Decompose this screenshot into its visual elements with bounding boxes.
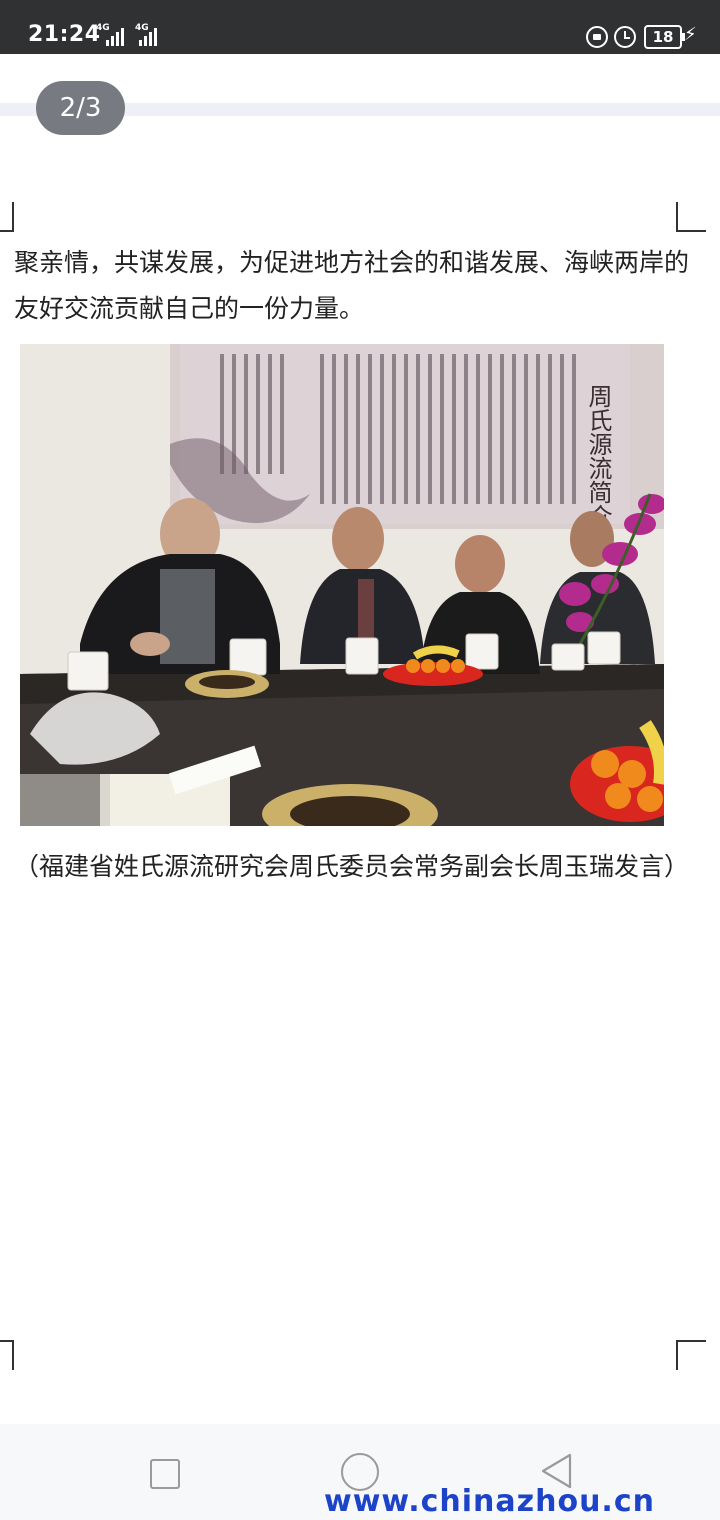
crop-mark (676, 202, 706, 232)
square-icon[interactable] (150, 1459, 180, 1489)
banner-title: 周氏源流简介 (584, 384, 612, 528)
meeting-photo: 周氏源流简介 (20, 344, 664, 826)
battery-icon: 18 (644, 25, 685, 49)
signal-icon: 4G (133, 23, 163, 48)
alarm-icon (614, 26, 636, 48)
photo-caption: （福建省姓氏源流研究会周氏委员会常务副会长周玉瑞发言） (14, 852, 690, 881)
status-bar: 21:24 4G 4G 18 ⚡ (0, 0, 720, 54)
crop-mark (676, 1340, 706, 1370)
crop-mark (0, 1340, 14, 1370)
signal-icon: 4G (94, 23, 130, 48)
rotation-lock-icon (586, 26, 608, 48)
body-paragraph: 聚亲情，共谋发展，为促进地方社会的和谐发展、海峡两岸的友好交流贡献自己的一份力量… (14, 248, 690, 323)
watermark-text: www.chinazhou.cn (324, 1484, 655, 1519)
clock-time: 21:24 (28, 22, 101, 47)
page-indicator: 2/3 (36, 81, 125, 135)
crop-mark (0, 202, 14, 232)
charging-icon: ⚡ (684, 24, 697, 45)
